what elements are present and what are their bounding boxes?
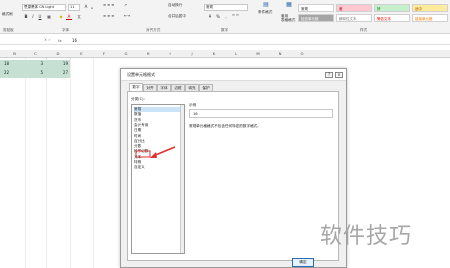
style-box-4[interactable]: 检查单元格: [298, 14, 334, 22]
column-header-b[interactable]: B: [4, 50, 25, 58]
italic-button[interactable]: I: [30, 14, 36, 20]
table-format-icon[interactable]: ▦: [285, 2, 293, 10]
column-header-k[interactable]: K: [203, 50, 225, 58]
accounting-icon[interactable]: ¥: [207, 14, 213, 20]
tab-number[interactable]: 数字: [129, 83, 143, 91]
column-header-g[interactable]: G: [115, 50, 137, 58]
bold-button[interactable]: B: [23, 14, 29, 20]
column-header-l[interactable]: L: [225, 50, 247, 58]
format-description: 常规单元格格式不包含任何特定的数字格式。: [189, 124, 261, 128]
grid-line: [25, 58, 26, 268]
category-list[interactable]: 常规 数值 货币 会计专用 日期 时间 百分比 分数 科学记数 文本 特殊 自定义: [131, 104, 185, 254]
sample-box: 16: [189, 109, 333, 118]
cell-b1[interactable]: 18: [4, 60, 20, 68]
fx-icon[interactable]: fx: [58, 38, 62, 43]
category-item[interactable]: 自定义: [134, 165, 180, 170]
sample-value: 16: [193, 112, 198, 116]
category-label: 分类(C):: [131, 97, 145, 101]
percent-button[interactable]: %: [215, 14, 221, 20]
formula-bar: ✕ ✓ fx 16: [0, 37, 450, 45]
column-header-i[interactable]: I: [159, 50, 181, 58]
phonetic-icon[interactable]: 文: [76, 14, 82, 20]
category-scrollbar[interactable]: [180, 105, 184, 253]
conditional-format-button[interactable]: 条件格式: [258, 10, 272, 15]
category-item[interactable]: 时间: [134, 134, 180, 139]
conditional-format-icon[interactable]: ▤: [262, 2, 270, 10]
column-header-f[interactable]: F: [93, 50, 115, 58]
column-header-d[interactable]: D: [46, 50, 70, 58]
tab-protection[interactable]: 保护: [199, 84, 213, 91]
style-box-2[interactable]: 好: [374, 4, 410, 12]
column-header-n[interactable]: N: [269, 50, 291, 58]
font-group-label: 字体: [62, 28, 70, 32]
wrap-text-button[interactable]: 自动换行: [168, 3, 182, 8]
column-header-c[interactable]: C: [25, 50, 46, 58]
styles-group-label: 样式: [360, 28, 368, 32]
dialog-titlebar: 设置单元格格式 ? ×: [121, 69, 346, 81]
cell-b2[interactable]: 22: [4, 69, 20, 77]
grid-line: [46, 58, 47, 268]
formula-bar-icons: ✕ ✓: [44, 38, 52, 42]
font-name-select[interactable]: 思源黑体 CN Light: [22, 4, 66, 11]
number-format-select[interactable]: 常规: [204, 4, 248, 11]
format-as-table-button[interactable]: 套用 表格格式: [281, 14, 295, 22]
sample-label: 示例: [189, 103, 197, 107]
column-header-e[interactable]: E: [70, 50, 93, 58]
fill-color-icon[interactable]: ◆: [58, 14, 64, 20]
help-button[interactable]: ?: [325, 72, 333, 78]
category-item[interactable]: 文本: [134, 155, 180, 160]
formula-input[interactable]: 16: [72, 38, 77, 43]
cell-d1[interactable]: 19: [46, 60, 68, 68]
style-box-6[interactable]: 警告文本: [374, 14, 410, 22]
format-cells-dialog: 设置单元格格式 ? × 数字 对齐 字体 边框 填充 保护 分类(C): 常规数…: [120, 68, 347, 268]
grid-line: [70, 58, 71, 268]
cell-d2[interactable]: 27: [46, 69, 68, 77]
align-top-icon[interactable]: ≡ ≡ ≡: [103, 3, 114, 8]
borders-icon[interactable]: ▦: [46, 14, 52, 20]
font-color-button[interactable]: A: [66, 14, 72, 20]
category-item[interactable]: 科学记数: [134, 149, 180, 154]
column-header-m[interactable]: M: [247, 50, 269, 58]
category-item[interactable]: 数值: [134, 112, 180, 117]
clipboard-group-label: 剪贴板: [3, 28, 14, 32]
category-item[interactable]: 货币: [134, 118, 180, 123]
column-header-o[interactable]: O: [291, 50, 313, 58]
style-box-1[interactable]: 差: [336, 4, 372, 12]
dialog-title: 设置单元格格式: [127, 72, 155, 77]
watermark: 软件技巧: [320, 224, 413, 249]
comma-button[interactable]: ,: [223, 14, 229, 20]
cell-c2[interactable]: 5: [25, 69, 43, 77]
merge-center-button[interactable]: 合并后居中: [168, 14, 186, 19]
style-box-0[interactable]: 常规: [298, 4, 334, 12]
tab-alignment[interactable]: 对齐: [143, 84, 157, 91]
font-size-select[interactable]: 11: [68, 4, 80, 11]
decrease-font-button[interactable]: A: [89, 5, 95, 11]
indent-icon[interactable]: ⇤⇥: [124, 14, 130, 19]
format-painter-button[interactable]: 格式刷: [2, 12, 13, 17]
column-headers: B C D E F G H I J K L M N O: [0, 50, 450, 58]
decimal-icon[interactable]: ⁰⁰ ⁰⁰: [232, 14, 239, 19]
close-button[interactable]: ×: [335, 72, 343, 78]
alignment-group-label: 对齐方式: [146, 28, 161, 32]
ok-button[interactable]: 确定: [292, 258, 314, 267]
grid-line: [93, 58, 94, 268]
style-box-3[interactable]: 适中: [412, 4, 448, 12]
orientation-icon[interactable]: ↗: [124, 3, 127, 8]
style-box-7[interactable]: 链接单元格: [412, 14, 448, 22]
category-item[interactable]: 日期: [134, 128, 180, 133]
underline-button[interactable]: U: [37, 14, 43, 20]
column-header-j[interactable]: J: [181, 50, 203, 58]
ribbon: 格式刷 剪贴板 思源黑体 CN Light 11 A A B I U ▦ ◆ A…: [0, 0, 450, 34]
cell-c1[interactable]: 3: [25, 60, 43, 68]
tab-fill[interactable]: 填充: [185, 84, 199, 91]
tab-font[interactable]: 字体: [157, 84, 171, 91]
column-header-h[interactable]: H: [137, 50, 159, 58]
number-group-label: 数字: [221, 28, 229, 32]
style-box-5[interactable]: 解释性文本: [336, 14, 372, 22]
tab-border[interactable]: 边框: [171, 84, 185, 91]
align-left-icon[interactable]: ≡ ≡ ≡: [103, 14, 114, 19]
